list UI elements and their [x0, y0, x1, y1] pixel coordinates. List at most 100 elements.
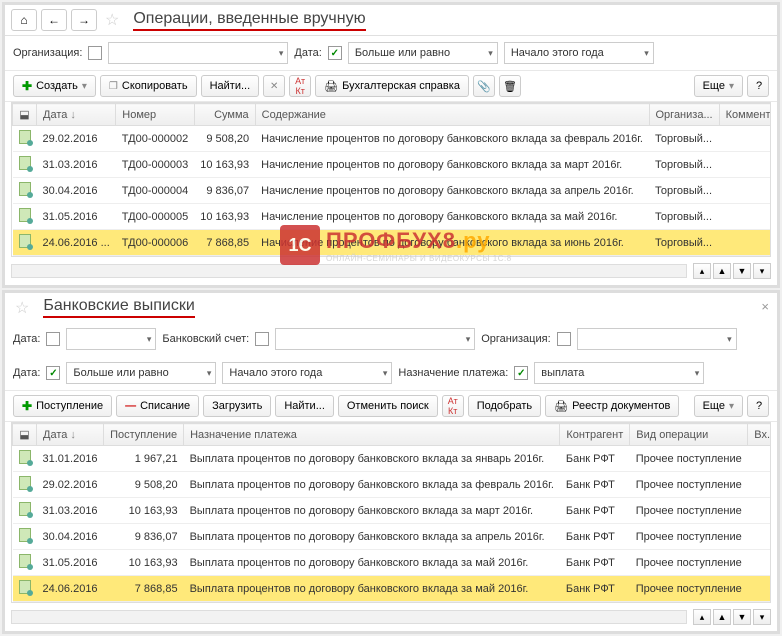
doc-icon: [19, 502, 31, 516]
nav-toolbar: ⌂ ← → ☆ Операции, введенные вручную: [5, 5, 777, 36]
dt-kt-button[interactable]: АтКт: [289, 75, 311, 97]
col-flag[interactable]: ⬓: [13, 424, 37, 446]
minus-icon: —: [125, 400, 136, 412]
doc-icon: [19, 528, 31, 542]
date-period-select[interactable]: Начало этого года: [504, 42, 654, 64]
copy-button[interactable]: ❐Скопировать: [100, 75, 197, 97]
org-checkbox[interactable]: [557, 332, 571, 346]
col-purpose[interactable]: Назначение платежа: [184, 424, 560, 446]
table-row[interactable]: 30.04.20169 836,07Выплата процентов по д…: [13, 524, 772, 550]
scroll-footer: ▴ ▲ ▼ ▾: [5, 607, 777, 631]
col-receipt[interactable]: Поступление: [104, 424, 184, 446]
statements-table: ⬓ Дата Поступление Назначение платежа Ко…: [11, 422, 771, 603]
table-row[interactable]: 24.06.20167 868,85Выплата процентов по д…: [13, 576, 772, 602]
bank-acct-select[interactable]: [275, 328, 475, 350]
table-row[interactable]: 24.06.2016 ...ТД00-0000067 868,85 Начисл…: [13, 230, 772, 256]
clear-filter-button[interactable]: ✕: [263, 75, 285, 97]
scroll-top-button[interactable]: ▴: [693, 609, 711, 625]
favorite-star-icon[interactable]: ☆: [105, 10, 119, 30]
select-button[interactable]: Подобрать: [468, 395, 541, 417]
table-row[interactable]: 30.04.2016ТД00-0000049 836,07 Начисление…: [13, 178, 772, 204]
operations-table: ⬓ Дата Номер Сумма Содержание Организа..…: [11, 102, 771, 257]
table-row[interactable]: 31.03.2016ТД00-00000310 163,93 Начислени…: [13, 152, 772, 178]
scroll-down-button[interactable]: ▼: [733, 609, 751, 625]
doc-icon: [19, 476, 31, 490]
date-op-select[interactable]: Больше или равно: [66, 362, 216, 384]
col-date[interactable]: Дата: [37, 104, 116, 126]
receipt-button[interactable]: ✚Поступление: [13, 395, 112, 417]
table-row[interactable]: 31.05.201610 163,93Выплата процентов по …: [13, 550, 772, 576]
table-row[interactable]: 29.02.2016ТД00-0000029 508,20 Начисление…: [13, 126, 772, 152]
doc-icon: [19, 182, 31, 196]
dt-kt-button[interactable]: АтКт: [442, 395, 464, 417]
bank-acct-checkbox[interactable]: [255, 332, 269, 346]
filter-row-1: Дата: Банковский счет: Организация:: [5, 322, 777, 356]
scroll-bottom-button[interactable]: ▾: [753, 263, 771, 279]
h-scrollbar[interactable]: [11, 264, 687, 278]
scroll-bottom-button[interactable]: ▾: [753, 609, 771, 625]
col-contr[interactable]: Контрагент: [560, 424, 630, 446]
col-sum[interactable]: Сумма: [194, 104, 255, 126]
close-button[interactable]: ×: [761, 299, 769, 314]
scroll-up-button[interactable]: ▲: [713, 263, 731, 279]
registry-button[interactable]: 🖨Реестр документов: [545, 395, 679, 417]
copy-icon: ❐: [109, 81, 118, 92]
attach-button[interactable]: 📎: [473, 75, 495, 97]
col-desc[interactable]: Содержание: [255, 104, 649, 126]
writeoff-button[interactable]: —Списание: [116, 395, 199, 417]
page-title: Банковские выписки: [43, 297, 194, 318]
scroll-up-button[interactable]: ▲: [713, 609, 731, 625]
col-num[interactable]: Номер: [116, 104, 194, 126]
date-checkbox-1[interactable]: [46, 332, 60, 346]
print-icon: 🖨: [554, 400, 568, 413]
forward-button[interactable]: →: [71, 9, 97, 31]
favorite-star-icon[interactable]: ☆: [15, 298, 29, 318]
more-button[interactable]: Еще▾: [694, 395, 743, 417]
org-select[interactable]: [577, 328, 737, 350]
doc-icon: [19, 130, 31, 144]
col-comment[interactable]: Коммент...: [719, 104, 771, 126]
col-op-type[interactable]: Вид операции: [630, 424, 748, 446]
delete-button[interactable]: 🗑: [499, 75, 521, 97]
help-button[interactable]: ?: [747, 395, 769, 417]
find-button[interactable]: Найти...: [201, 75, 260, 97]
operations-panel: ⌂ ← → ☆ Операции, введенные вручную Орга…: [2, 2, 780, 288]
load-button[interactable]: Загрузить: [203, 395, 271, 417]
filter-row-2: Дата: Больше или равно Начало этого года…: [5, 356, 777, 390]
date-select[interactable]: [66, 328, 156, 350]
doc-icon: [19, 234, 31, 248]
doc-icon: [19, 156, 31, 170]
cancel-search-button[interactable]: Отменить поиск: [338, 395, 438, 417]
scroll-down-button[interactable]: ▼: [733, 263, 751, 279]
table-row[interactable]: 31.01.20161 967,21Выплата процентов по д…: [13, 446, 772, 472]
table-row[interactable]: 29.02.20169 508,20Выплата процентов по д…: [13, 472, 772, 498]
bank-statements-panel: × ☆ Банковские выписки Дата: Банковский …: [2, 290, 780, 634]
date-period-select[interactable]: Начало этого года: [222, 362, 392, 384]
date-label2: Дата:: [13, 367, 40, 379]
table-row[interactable]: 31.05.2016ТД00-00000510 163,93 Начислени…: [13, 204, 772, 230]
col-in-num[interactable]: Вх. ном: [748, 424, 771, 446]
help-button[interactable]: ?: [747, 75, 769, 97]
find-button[interactable]: Найти...: [275, 395, 334, 417]
purpose-checkbox[interactable]: [514, 366, 528, 380]
purpose-input[interactable]: выплата: [534, 362, 704, 384]
more-button[interactable]: Еще▾: [694, 75, 743, 97]
home-button[interactable]: ⌂: [11, 9, 37, 31]
create-button[interactable]: ✚Создать▾: [13, 75, 96, 97]
org-checkbox[interactable]: [88, 46, 102, 60]
col-org[interactable]: Организа...: [649, 104, 719, 126]
date-checkbox-2[interactable]: [46, 366, 60, 380]
col-date[interactable]: Дата: [37, 424, 104, 446]
org-select[interactable]: [108, 42, 288, 64]
acct-ref-button[interactable]: 🖨Бухгалтерская справка: [315, 75, 469, 97]
table-row[interactable]: 31.03.201610 163,93Выплата процентов по …: [13, 498, 772, 524]
scroll-top-button[interactable]: ▴: [693, 263, 711, 279]
date-op-select[interactable]: Больше или равно: [348, 42, 498, 64]
date-checkbox[interactable]: [328, 46, 342, 60]
col-flag[interactable]: ⬓: [13, 104, 37, 126]
org-label: Организация:: [481, 333, 550, 345]
h-scrollbar[interactable]: [11, 610, 687, 624]
back-button[interactable]: ←: [41, 9, 67, 31]
table-header: ⬓ Дата Номер Сумма Содержание Организа..…: [13, 104, 772, 126]
actions-toolbar: ✚Поступление —Списание Загрузить Найти..…: [5, 390, 777, 422]
